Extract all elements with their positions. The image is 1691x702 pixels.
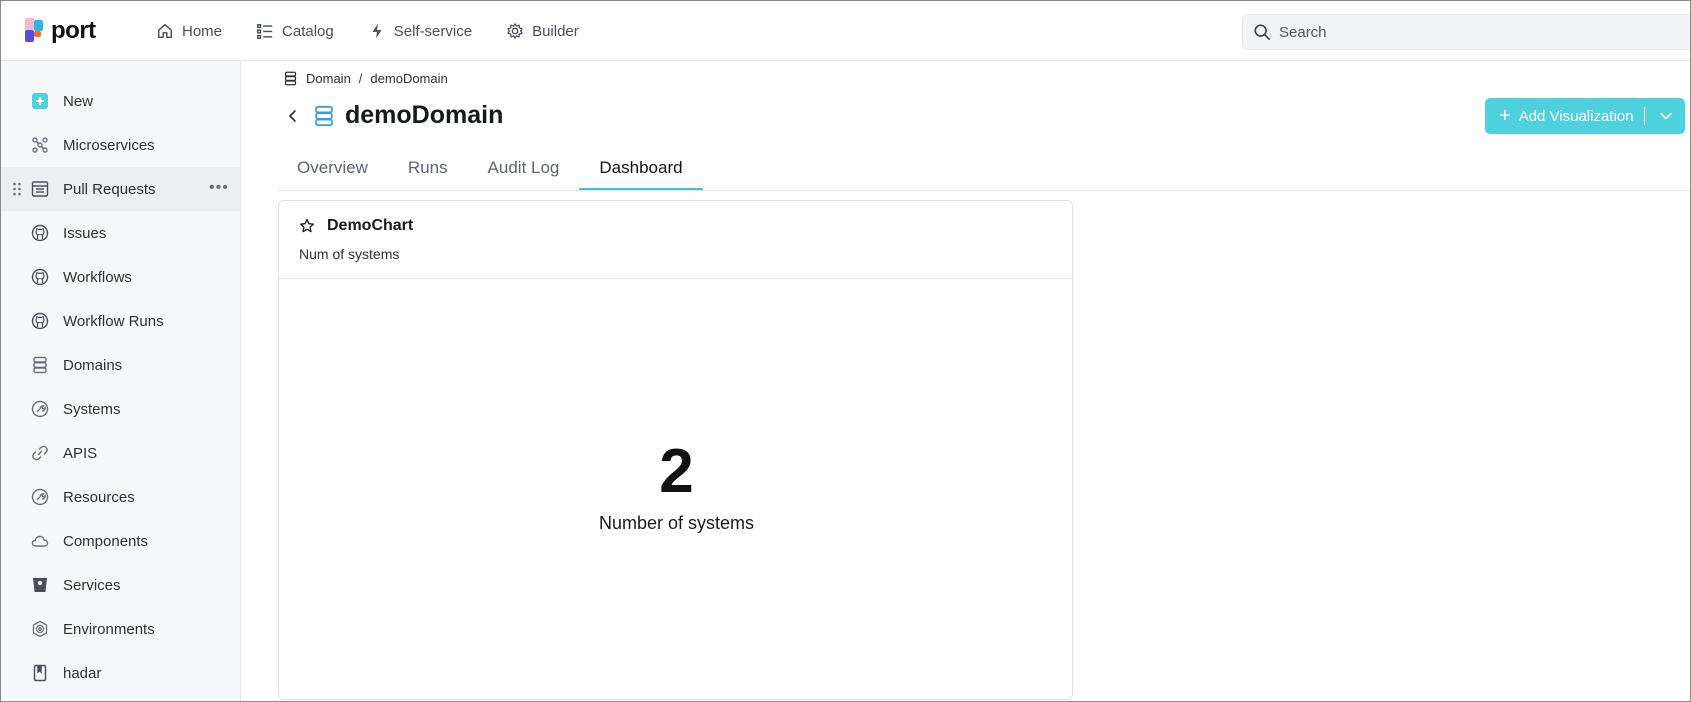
bucket-icon (31, 576, 49, 594)
nav-catalog[interactable]: Catalog (239, 19, 351, 43)
nav-self-service-label: Self-service (393, 22, 473, 40)
metric-value: 2 (659, 437, 694, 506)
add-visualization-label: Add Visualization (1518, 107, 1634, 125)
sidebar-item-label: Workflow Runs (63, 312, 164, 330)
sidebar-item-label: Services (63, 576, 121, 594)
link-icon (31, 444, 49, 462)
system-icon (31, 488, 49, 506)
port-logo[interactable]: port (23, 17, 96, 45)
sidebar-item-resources[interactable]: Resources (1, 475, 240, 519)
port-logo-icon (25, 18, 43, 42)
nav-home-label: Home (182, 22, 223, 40)
nav-builder[interactable]: Builder (489, 19, 596, 43)
breadcrumb-parent-link[interactable]: Domain (306, 71, 351, 86)
home-icon (157, 23, 173, 39)
sidebar-item-hadar[interactable]: hadar (1, 651, 240, 695)
main-content: Domain / demoDomain demoDomain + Add Vis… (241, 61, 1690, 701)
sidebar-item-label: APIS (63, 444, 98, 462)
sidebar-item-environments[interactable]: Environments (1, 607, 240, 651)
tab-audit-log[interactable]: Audit Log (468, 147, 580, 189)
button-divider (1643, 107, 1645, 125)
sidebar-item-label: Domains (63, 356, 123, 374)
sidebar-item-label: Resources (63, 488, 135, 506)
table-icon (31, 180, 49, 198)
sidebar-item-label: Pull Requests (63, 180, 156, 198)
widget-header: DemoChart Num of systems (279, 201, 1072, 279)
sidebar-item-microservices[interactable]: Microservices (1, 123, 240, 167)
drag-handle-icon[interactable] (12, 182, 22, 196)
nav-self-service[interactable]: Self-service (351, 19, 489, 43)
star-icon[interactable] (299, 218, 315, 234)
sidebar-item-label: Microservices (63, 136, 155, 154)
github-icon (31, 224, 49, 242)
nav-home[interactable]: Home (139, 19, 239, 43)
app-window: port Home Catalog Self-service Builder S… (0, 0, 1691, 702)
sidebar-item-label: hadar (63, 664, 102, 682)
metric-display: 2 Number of systems (279, 441, 1074, 534)
page-title: demoDomain (345, 101, 504, 129)
widget-title: DemoChart (327, 217, 414, 234)
tab-runs[interactable]: Runs (388, 147, 468, 189)
tab-divider (277, 190, 1690, 191)
search-box[interactable] (1242, 14, 1690, 50)
sidebar-item-domains[interactable]: Domains (1, 343, 240, 387)
plus-icon: + (1499, 105, 1511, 127)
number-chart-widget: DemoChart Num of systems 2 Number of sys… (278, 200, 1073, 700)
github-icon (31, 268, 49, 286)
breadcrumb: Domain / demoDomain (283, 71, 448, 86)
microservices-icon (31, 136, 49, 154)
breadcrumb-separator: / (358, 71, 363, 86)
sidebar-item-new[interactable]: New (1, 79, 240, 123)
search-icon (1254, 24, 1271, 41)
chevron-down-icon[interactable] (1659, 109, 1673, 123)
sidebar-item-workflow-runs[interactable]: Workflow Runs (1, 299, 240, 343)
metric-label: Number of systems (598, 513, 755, 533)
sidebar-item-label: Systems (63, 400, 121, 418)
main-nav: Home Catalog Self-service Builder (139, 19, 596, 43)
sidebar-item-label: Environments (63, 620, 155, 638)
top-bar: port Home Catalog Self-service Builder (1, 1, 1690, 61)
sidebar-item-label: New (63, 92, 94, 110)
back-button[interactable] (283, 106, 303, 126)
sidebar-item-label: Issues (63, 224, 107, 242)
chevron-left-icon (289, 109, 296, 122)
more-options-icon[interactable]: ••• (209, 179, 229, 197)
database-icon (31, 356, 49, 374)
domain-icon (315, 105, 333, 126)
sidebar-item-systems[interactable]: Systems (1, 387, 240, 431)
cloud-icon (31, 532, 49, 550)
gear-icon (507, 23, 523, 39)
nav-catalog-label: Catalog (282, 22, 334, 40)
sidebar-item-pull-requests[interactable]: Pull Requests ••• (1, 167, 240, 211)
environment-icon (31, 620, 49, 638)
plus-square-icon (31, 92, 49, 110)
sidebar-item-components[interactable]: Components (1, 519, 240, 563)
sidebar-item-label: Components (63, 532, 149, 550)
tab-dashboard[interactable]: Dashboard (579, 147, 703, 190)
system-icon (31, 400, 49, 418)
breadcrumb-current: demoDomain (370, 71, 448, 86)
sidebar-item-label: Workflows (63, 268, 132, 286)
sidebar-item-apis[interactable]: APIS (1, 431, 240, 475)
sidebar-item-services[interactable]: Services (1, 563, 240, 607)
book-icon (31, 664, 49, 682)
search-input[interactable] (1279, 23, 1659, 41)
nav-builder-label: Builder (532, 22, 579, 40)
tab-overview[interactable]: Overview (277, 147, 388, 189)
title-row: demoDomain (283, 101, 503, 130)
github-icon (31, 312, 49, 330)
sidebar: New Microservices Pull Requests ••• Issu… (1, 61, 241, 701)
sidebar-item-issues[interactable]: Issues (1, 211, 240, 255)
list-icon (257, 23, 273, 39)
bolt-icon (372, 23, 382, 39)
logo-text: port (51, 17, 96, 44)
add-visualization-button[interactable]: + Add Visualization (1485, 98, 1685, 134)
sidebar-item-workflows[interactable]: Workflows (1, 255, 240, 299)
tab-bar: Overview Runs Audit Log Dashboard (277, 147, 703, 190)
widget-description: Num of systems (299, 246, 400, 262)
database-icon (284, 71, 297, 86)
